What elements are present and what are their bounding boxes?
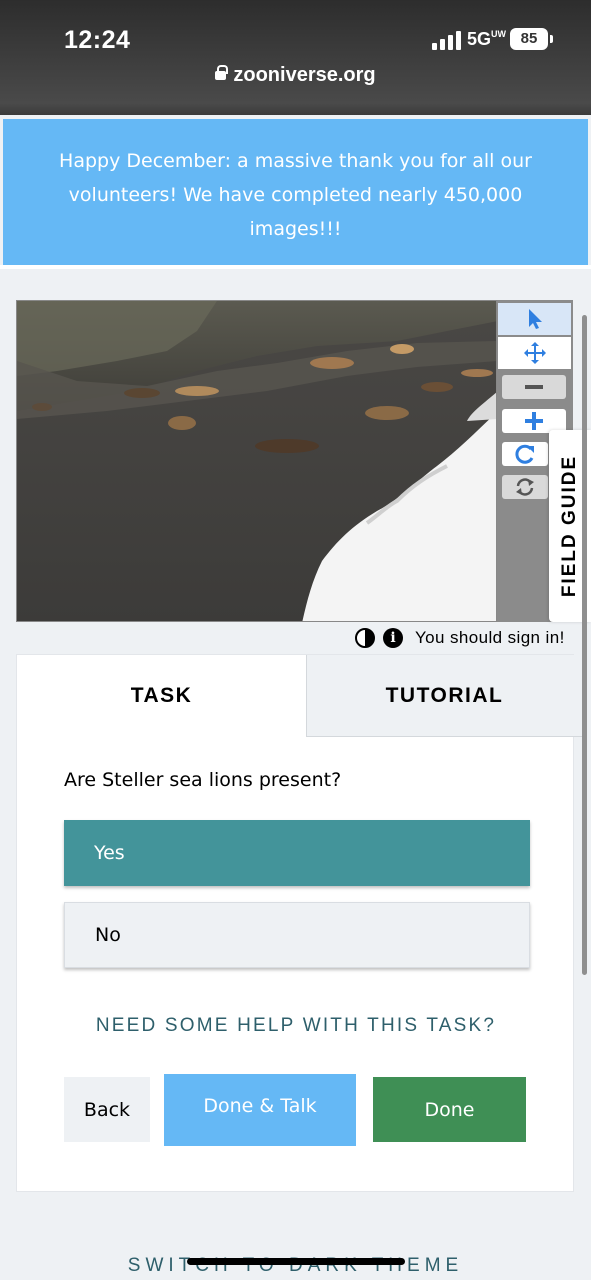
lock-icon <box>215 65 229 80</box>
address-bar[interactable]: zooniverse.org <box>0 64 591 87</box>
cellular-signal-icon <box>432 30 462 50</box>
done-button[interactable]: Done <box>373 1077 526 1142</box>
battery-icon: 85 <box>510 28 553 50</box>
subject-image[interactable] <box>16 300 497 622</box>
answer-yes-button[interactable]: Yes <box>64 820 530 886</box>
status-time: 12:24 <box>64 26 131 54</box>
reset-icon[interactable] <box>502 442 548 466</box>
tab-task[interactable]: TASK <box>17 655 306 737</box>
info-icon[interactable]: i <box>383 628 403 648</box>
pointer-icon[interactable] <box>498 303 571 335</box>
home-indicator <box>187 1258 405 1265</box>
field-guide-label: FIELD GUIDE <box>559 454 580 598</box>
network-suffix: UW <box>491 29 507 39</box>
task-help-link[interactable]: NEED SOME HELP WITH THIS TASK? <box>17 1015 575 1037</box>
banner-divider <box>0 265 591 269</box>
task-question: Are Steller sea lions present? <box>64 769 342 791</box>
contrast-icon[interactable] <box>355 628 375 648</box>
task-panel: TASK TUTORIAL Are Steller sea lions pres… <box>16 654 582 1192</box>
back-button[interactable]: Back <box>64 1077 150 1142</box>
page-scrollbar[interactable] <box>582 315 587 975</box>
pan-icon[interactable] <box>498 337 571 369</box>
browser-chrome: 12:24 5GUW 85 zooniverse.org <box>0 0 591 115</box>
tab-tutorial[interactable]: TUTORIAL <box>306 655 582 737</box>
url-text: zooniverse.org <box>233 64 376 86</box>
announcement-banner: Happy December: a massive thank you for … <box>3 119 588 265</box>
rotate-icon[interactable] <box>502 475 548 499</box>
network-indicator: 5GUW <box>467 29 506 50</box>
answer-no-button[interactable]: No <box>64 902 530 968</box>
sign-in-prompt: You should sign in! <box>415 628 565 647</box>
done-and-talk-button[interactable]: Done & Talk <box>164 1074 356 1146</box>
zoom-out-icon[interactable] <box>502 375 566 399</box>
network-type: 5G <box>467 29 492 49</box>
subject-meta-row: i You should sign in! <box>355 626 565 650</box>
